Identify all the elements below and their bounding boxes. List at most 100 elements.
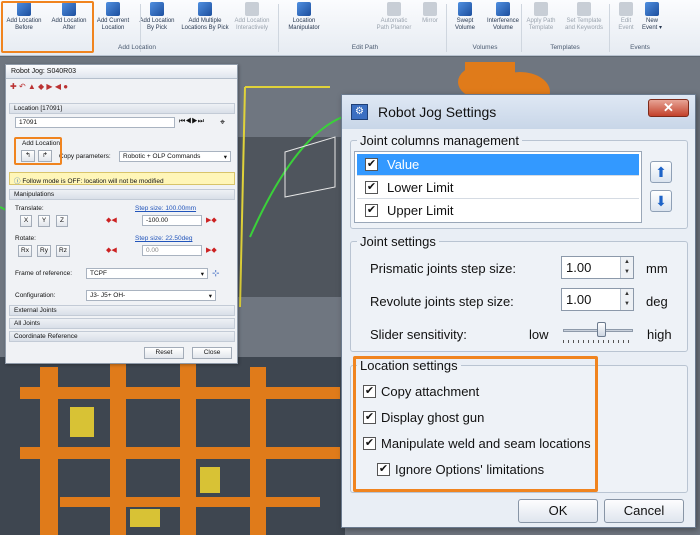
axis-ry-button[interactable]: Ry (37, 245, 51, 257)
jog-toolbar: ✚ ↶ ▲ ◆ ▶ ◀ ● (10, 82, 234, 95)
list-item[interactable]: ✔ Lower Limit (357, 177, 639, 199)
add-location-interactively-icon (245, 2, 259, 16)
move-up-button[interactable]: ⬆ (650, 161, 672, 183)
location-nav-buttons[interactable]: ⏮◀▶⏭ (179, 118, 204, 126)
jog-tool-icon[interactable]: ▶ (46, 82, 52, 91)
rotate-value-field[interactable]: 0.00 (142, 245, 202, 256)
list-item[interactable]: ✔ Value (357, 154, 639, 176)
ribbon-button-new-event[interactable]: New Event ▾ (640, 2, 664, 44)
axis-rx-button[interactable]: Rx (18, 245, 32, 257)
translate-step-link[interactable]: Step size: 100.00mm (135, 205, 196, 212)
reset-button[interactable]: Reset (144, 347, 184, 359)
ribbon-button-label: Set Template (566, 18, 602, 24)
slider-thumb[interactable] (596, 322, 606, 337)
jog-tool-icon[interactable]: ✚ (10, 82, 17, 91)
sensitivity-slider[interactable] (561, 321, 635, 343)
chevron-down-icon: ▾ (208, 293, 212, 300)
revolute-label: Revolute joints step size: (370, 294, 514, 309)
jog-tool-icon[interactable]: ↶ (19, 82, 26, 91)
section-location[interactable]: Location [17091] (9, 103, 235, 114)
axis-y-button[interactable]: Y (38, 215, 50, 227)
ribbon-button-swept-volume[interactable]: Swept Volume (450, 2, 480, 44)
ribbon-button-add-location-interactively[interactable]: Add Location Interactively (230, 2, 274, 44)
ribbon-button-edit-event[interactable]: Edit Event (614, 2, 638, 44)
group-label-volumes: Volumes (472, 44, 498, 51)
ribbon-button-path-planner[interactable]: Automatic Path Planner (370, 2, 418, 44)
dialog-titlebar: ⚙ Robot Jog Settings ✕ (342, 95, 695, 129)
ribbon-button-add-location-by-pick[interactable]: Add Location By Pick (135, 2, 179, 44)
spin-arrows-icon[interactable]: ▲ ▼ (620, 289, 633, 310)
ribbon-button-mirror[interactable]: Mirror (418, 2, 442, 44)
rotate-step-link[interactable]: Step size: 22.50deg (135, 235, 192, 242)
move-down-button[interactable]: ⬇ (650, 190, 672, 212)
ribbon-button-apply-template[interactable]: Apply Path Template (522, 2, 560, 44)
axis-x-button[interactable]: X (20, 215, 32, 227)
add-current-location-icon (106, 2, 120, 16)
ribbon-toolbar: Add Location Before Add Location After Add C… (0, 0, 700, 56)
ribbon-button-label: Volume (492, 25, 513, 31)
jog-minus-icon[interactable]: ◆◀ (106, 216, 117, 224)
axis-rz-button[interactable]: Rz (56, 245, 70, 257)
frame-pick-icon[interactable]: ⊹ (212, 268, 220, 279)
list-item-label: Lower Limit (387, 180, 454, 195)
ribbon-button-location-manipulator[interactable]: Location Manipulator (284, 2, 324, 44)
ribbon-button-label: Mirror (422, 18, 438, 24)
locate-icon[interactable]: ⌖ (220, 117, 225, 128)
close-button[interactable]: Close (192, 347, 232, 359)
ribbon-button-add-current-location[interactable]: Add Current Location (93, 2, 133, 44)
prismatic-step-input[interactable]: 1.00 ▲ ▼ (561, 256, 634, 279)
revolute-step-input[interactable]: 1.00 ▲ ▼ (561, 288, 634, 311)
jog-plus-icon[interactable]: ▶◆ (206, 216, 217, 224)
cancel-button[interactable]: Cancel (604, 499, 684, 523)
ribbon-button-interference-volume[interactable]: Interference Volume (484, 2, 522, 44)
translate-value-field[interactable]: -100.00 (142, 215, 202, 226)
list-item[interactable]: ✔ Upper Limit (357, 200, 639, 222)
jog-tool-icon[interactable]: ● (63, 82, 68, 91)
section-manipulations[interactable]: Manipulations (9, 189, 235, 200)
frame-of-reference-label: Frame of reference: (15, 270, 73, 277)
jog-tool-icon[interactable]: ◆ (38, 82, 44, 91)
new-event-icon (645, 2, 659, 16)
group-label-events: Events (630, 44, 650, 51)
rotate-minus-icon[interactable]: ◆◀ (106, 246, 117, 254)
ribbon-button-label: Interactively (235, 25, 268, 31)
robot-jog-titlebar: Robot Jog: S040R03 (6, 65, 237, 79)
ribbon-button-label: Apply Path (526, 18, 556, 24)
revolute-unit: deg (646, 294, 668, 309)
ribbon-button-label: and Keywords (564, 25, 604, 31)
follow-mode-text: Follow mode is OFF: location will not be… (22, 178, 164, 185)
follow-mode-banner: ⓘ Follow mode is OFF: location will not … (9, 172, 235, 185)
section-all-joints[interactable]: All Joints (9, 318, 235, 329)
section-external-joints[interactable]: External Joints (9, 305, 235, 316)
swept-volume-icon (458, 2, 472, 16)
axis-z-button[interactable]: Z (56, 215, 68, 227)
ribbon-button-label: By Pick (146, 25, 167, 31)
jog-tool-icon[interactable]: ◀ (55, 82, 61, 91)
checkbox-value[interactable]: ✔ (365, 158, 378, 171)
revolute-step-value: 1.00 (566, 292, 592, 307)
settings-icon: ⚙ (351, 104, 368, 120)
ribbon-button-label: Add Multiple (188, 18, 222, 24)
rotate-plus-icon[interactable]: ▶◆ (206, 246, 217, 254)
ribbon-button-set-template[interactable]: Set Template and Keywords (562, 2, 606, 44)
ribbon-button-label: Interference (486, 18, 520, 24)
joint-columns-list[interactable]: ✔ Value ✔ Lower Limit ✔ Upper Limit (354, 151, 642, 223)
section-coordinate-reference-label: Coordinate Reference (14, 333, 78, 340)
location-field[interactable]: 17091 (15, 117, 175, 128)
configuration-select[interactable]: J3- J5+ OH- ▾ (86, 290, 216, 301)
ribbon-button-label: Volume (454, 25, 475, 31)
checkbox-lower-limit[interactable]: ✔ (365, 181, 378, 194)
configuration-value: J3- J5+ OH- (90, 292, 126, 299)
ok-button[interactable]: OK (518, 499, 598, 523)
group-label-templates: Templates (550, 44, 580, 51)
frame-of-reference-select[interactable]: TCPF ▾ (86, 268, 208, 279)
spin-arrows-icon[interactable]: ▲ ▼ (620, 257, 633, 278)
jog-tool-icon[interactable]: ▲ (28, 82, 36, 91)
ribbon-button-add-multiple-locations[interactable]: Add Multiple Locations By Pick (180, 2, 230, 44)
ribbon-separator (446, 4, 447, 52)
close-icon[interactable]: ✕ (648, 99, 689, 117)
section-coordinate-reference[interactable]: Coordinate Reference (9, 331, 235, 342)
copy-parameters-select[interactable]: Robotic + OLP Commands ▾ (119, 151, 231, 162)
chevron-down-icon: ▾ (200, 271, 204, 278)
checkbox-upper-limit[interactable]: ✔ (365, 204, 378, 217)
